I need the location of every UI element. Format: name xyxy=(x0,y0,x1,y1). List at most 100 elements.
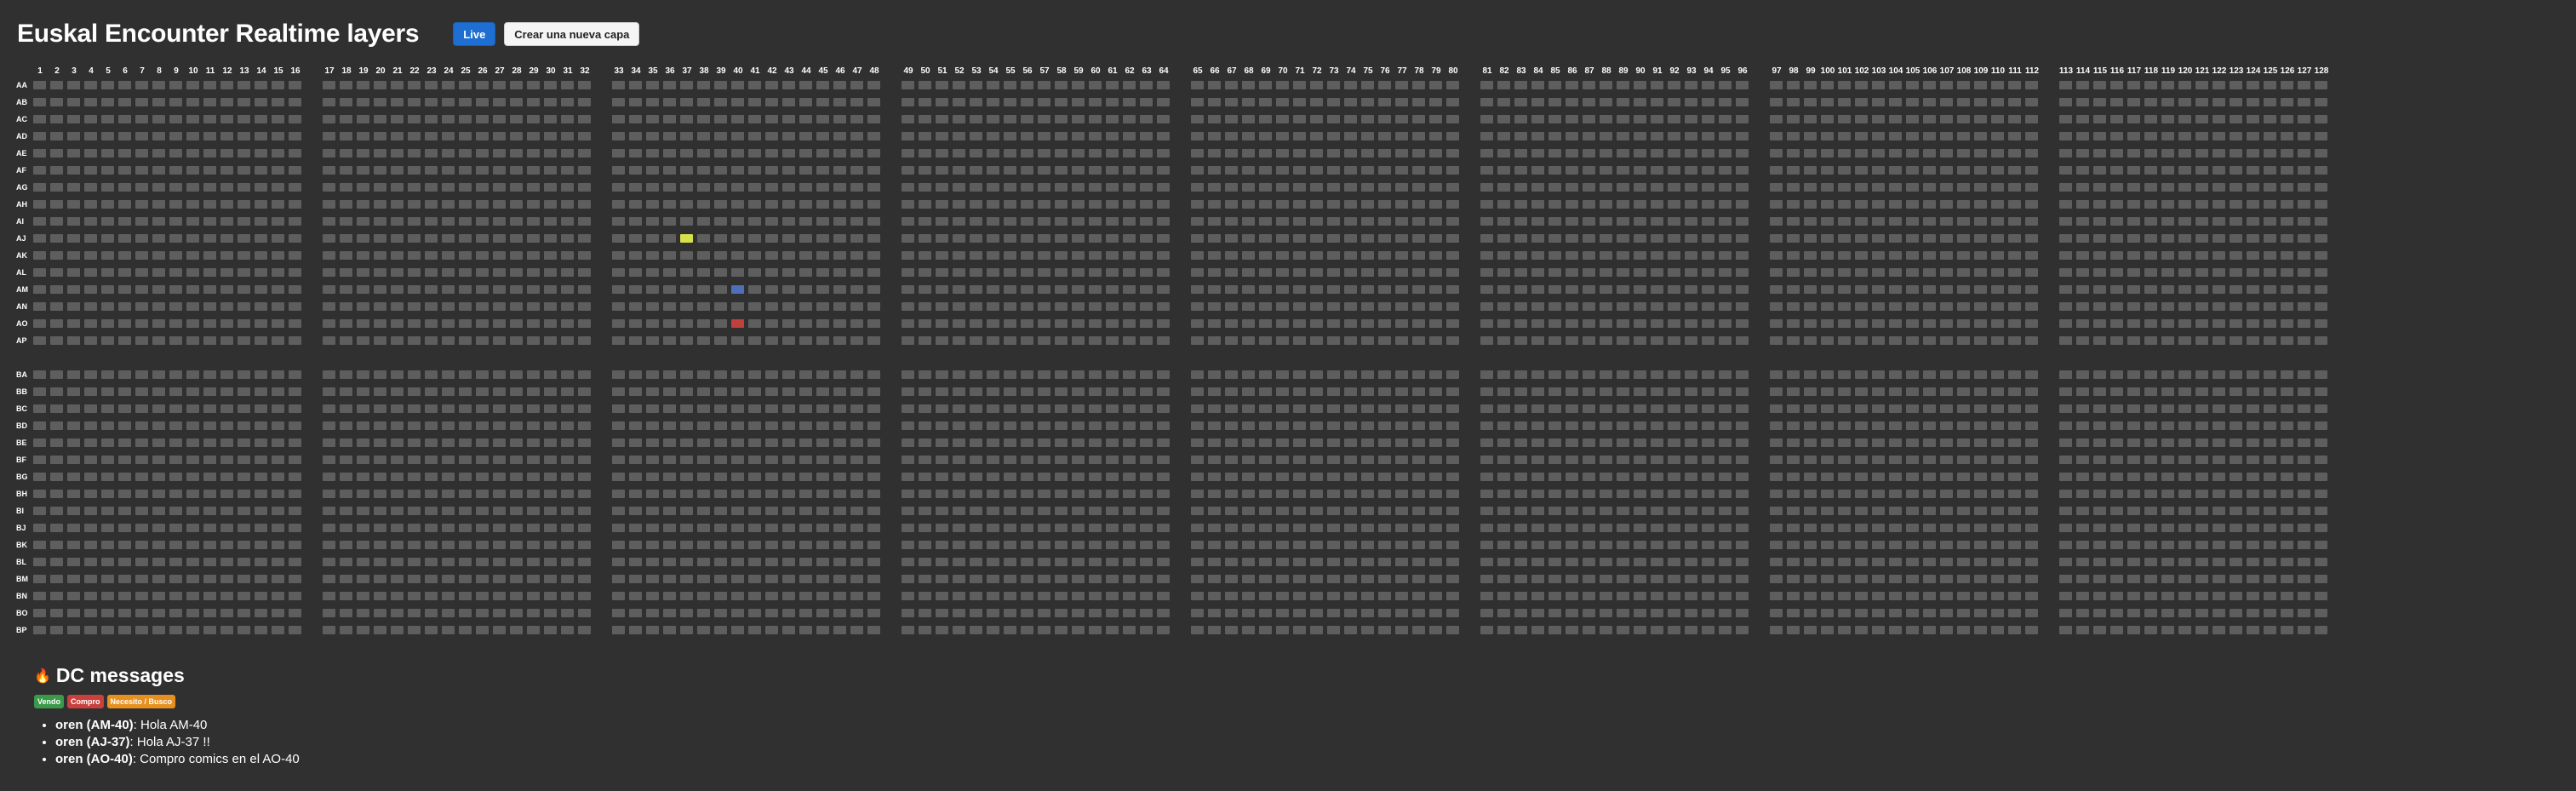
seat-BG-32[interactable] xyxy=(578,473,591,481)
seat-BI-74[interactable] xyxy=(1344,507,1357,515)
seat-BI-48[interactable] xyxy=(867,507,880,515)
seat-BB-27[interactable] xyxy=(493,387,506,396)
seat-AI-84[interactable] xyxy=(1531,217,1544,226)
seat-AP-113[interactable] xyxy=(2059,336,2072,345)
seat-BC-38[interactable] xyxy=(697,404,710,413)
seat-BI-109[interactable] xyxy=(1974,507,1987,515)
seat-AJ-89[interactable] xyxy=(1617,234,1629,243)
seat-AH-81[interactable] xyxy=(1480,200,1493,209)
seat-AL-81[interactable] xyxy=(1480,268,1493,277)
seat-AF-106[interactable] xyxy=(1923,166,1936,175)
seat-BD-1[interactable] xyxy=(33,421,46,430)
seat-BK-25[interactable] xyxy=(459,541,472,549)
seat-BE-60[interactable] xyxy=(1089,438,1102,447)
seat-BN-2[interactable] xyxy=(50,592,63,600)
seat-AC-41[interactable] xyxy=(748,115,761,123)
seat-BI-102[interactable] xyxy=(1855,507,1868,515)
seat-AN-122[interactable] xyxy=(2212,302,2225,311)
seat-BB-90[interactable] xyxy=(1634,387,1646,396)
seat-BJ-87[interactable] xyxy=(1583,524,1595,532)
seat-AD-81[interactable] xyxy=(1480,132,1493,140)
seat-BN-64[interactable] xyxy=(1157,592,1170,600)
seat-BI-96[interactable] xyxy=(1736,507,1749,515)
seat-AA-103[interactable] xyxy=(1872,81,1885,89)
seat-BA-106[interactable] xyxy=(1923,370,1936,379)
seat-BG-3[interactable] xyxy=(67,473,80,481)
seat-BO-28[interactable] xyxy=(510,609,523,617)
seat-BI-64[interactable] xyxy=(1157,507,1170,515)
seat-AJ-64[interactable] xyxy=(1157,234,1170,243)
seat-AL-80[interactable] xyxy=(1446,268,1459,277)
seat-AO-22[interactable] xyxy=(408,319,421,328)
seat-BI-76[interactable] xyxy=(1378,507,1391,515)
seat-AM-45[interactable] xyxy=(816,285,829,294)
seat-AO-29[interactable] xyxy=(527,319,540,328)
seat-AL-76[interactable] xyxy=(1378,268,1391,277)
seat-BK-28[interactable] xyxy=(510,541,523,549)
seat-AJ-99[interactable] xyxy=(1804,234,1817,243)
seat-BL-41[interactable] xyxy=(748,558,761,566)
seat-BM-24[interactable] xyxy=(442,575,455,583)
seat-AI-116[interactable] xyxy=(2110,217,2123,226)
seat-BN-45[interactable] xyxy=(816,592,829,600)
seat-BK-30[interactable] xyxy=(544,541,557,549)
seat-AH-4[interactable] xyxy=(84,200,97,209)
seat-BF-69[interactable] xyxy=(1259,456,1272,464)
seat-AI-108[interactable] xyxy=(1957,217,1970,226)
seat-BP-53[interactable] xyxy=(970,626,982,634)
seat-AG-24[interactable] xyxy=(442,183,455,192)
seat-AN-70[interactable] xyxy=(1276,302,1289,311)
seat-BN-20[interactable] xyxy=(374,592,386,600)
seat-AM-94[interactable] xyxy=(1702,285,1714,294)
seat-AE-52[interactable] xyxy=(953,149,965,158)
seat-AA-62[interactable] xyxy=(1123,81,1136,89)
seat-AB-34[interactable] xyxy=(629,98,642,106)
seat-AH-28[interactable] xyxy=(510,200,523,209)
seat-BB-79[interactable] xyxy=(1429,387,1442,396)
seat-BJ-126[interactable] xyxy=(2281,524,2293,532)
seat-BN-80[interactable] xyxy=(1446,592,1459,600)
seat-BA-101[interactable] xyxy=(1838,370,1851,379)
seat-AK-63[interactable] xyxy=(1140,251,1153,260)
seat-BK-62[interactable] xyxy=(1123,541,1136,549)
seat-BJ-39[interactable] xyxy=(714,524,727,532)
seat-BN-3[interactable] xyxy=(67,592,80,600)
seat-AB-99[interactable] xyxy=(1804,98,1817,106)
seat-AO-114[interactable] xyxy=(2076,319,2089,328)
seat-AD-27[interactable] xyxy=(493,132,506,140)
seat-AM-88[interactable] xyxy=(1600,285,1612,294)
seat-BD-41[interactable] xyxy=(748,421,761,430)
seat-BI-69[interactable] xyxy=(1259,507,1272,515)
seat-BH-26[interactable] xyxy=(476,490,489,498)
seat-BM-1[interactable] xyxy=(33,575,46,583)
seat-AN-42[interactable] xyxy=(765,302,778,311)
seat-BF-64[interactable] xyxy=(1157,456,1170,464)
seat-AM-118[interactable] xyxy=(2144,285,2157,294)
seat-AB-9[interactable] xyxy=(169,98,182,106)
seat-BB-16[interactable] xyxy=(289,387,301,396)
seat-BD-66[interactable] xyxy=(1208,421,1221,430)
seat-AP-82[interactable] xyxy=(1497,336,1510,345)
seat-BM-71[interactable] xyxy=(1293,575,1306,583)
seat-BP-74[interactable] xyxy=(1344,626,1357,634)
seat-BM-88[interactable] xyxy=(1600,575,1612,583)
seat-BK-93[interactable] xyxy=(1685,541,1697,549)
seat-BP-116[interactable] xyxy=(2110,626,2123,634)
seat-BB-45[interactable] xyxy=(816,387,829,396)
seat-BJ-99[interactable] xyxy=(1804,524,1817,532)
seat-AP-41[interactable] xyxy=(748,336,761,345)
seat-BF-31[interactable] xyxy=(561,456,574,464)
seat-AJ-16[interactable] xyxy=(289,234,301,243)
seat-BK-16[interactable] xyxy=(289,541,301,549)
seat-BG-83[interactable] xyxy=(1514,473,1527,481)
seat-AJ-9[interactable] xyxy=(169,234,182,243)
seat-AD-76[interactable] xyxy=(1378,132,1391,140)
seat-AE-123[interactable] xyxy=(2230,149,2242,158)
seat-AB-15[interactable] xyxy=(272,98,284,106)
seat-BO-72[interactable] xyxy=(1310,609,1323,617)
seat-AA-96[interactable] xyxy=(1736,81,1749,89)
seat-BN-46[interactable] xyxy=(833,592,846,600)
seat-BE-108[interactable] xyxy=(1957,438,1970,447)
seat-BA-71[interactable] xyxy=(1293,370,1306,379)
seat-AH-25[interactable] xyxy=(459,200,472,209)
